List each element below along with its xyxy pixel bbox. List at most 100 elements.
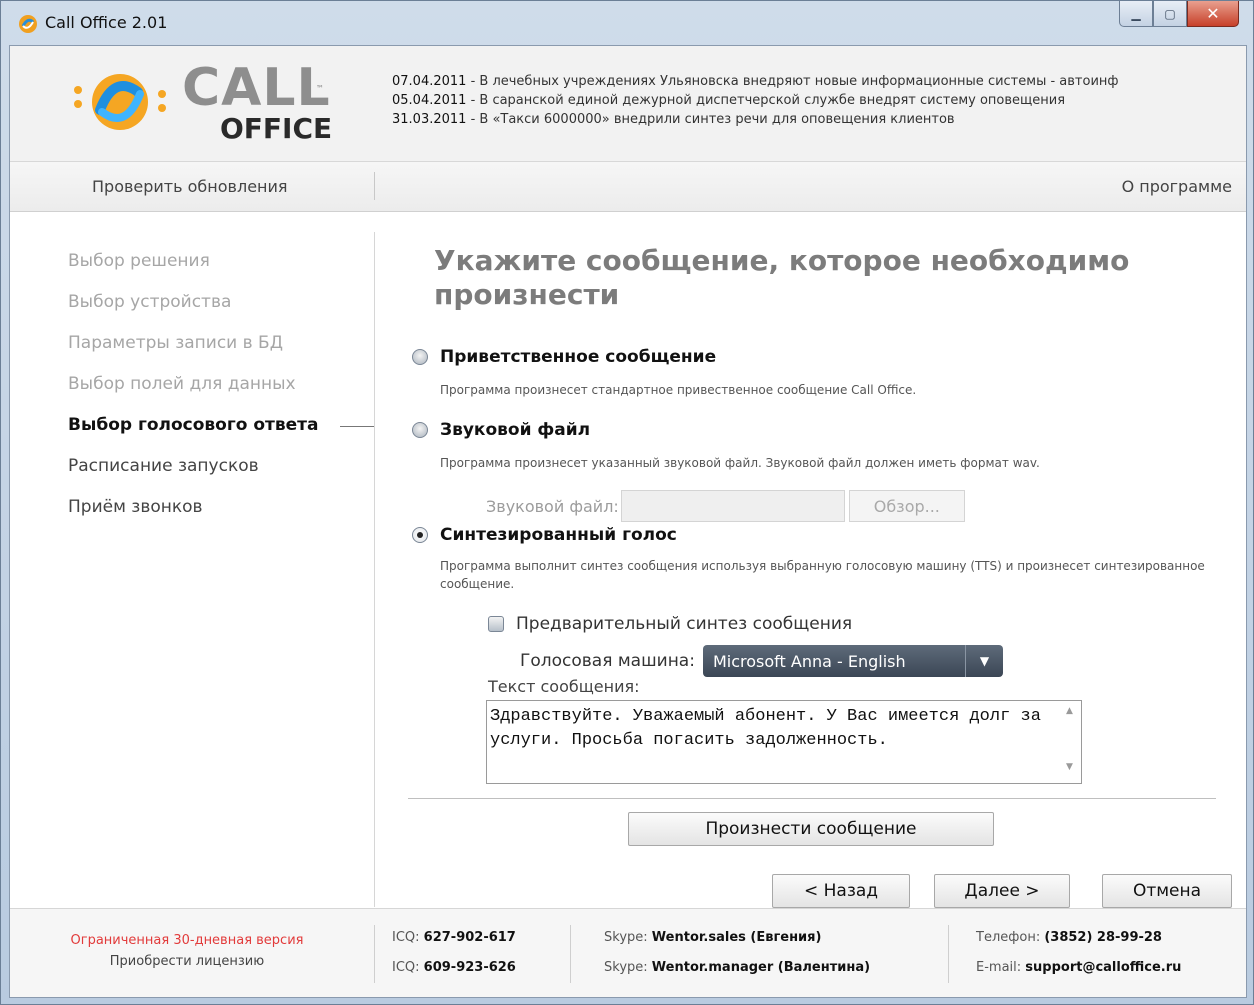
voice-engine-value: Microsoft Anna - English (712, 651, 906, 671)
news-text: - В «Такси 6000000» внедрили синтез речи… (466, 112, 955, 127)
sound-file-description: Программа произнесет указанный звуковой … (440, 456, 1040, 470)
minimize-button[interactable]: ▁ (1119, 1, 1153, 27)
footer-divider (570, 925, 571, 983)
skype-1: Skype: Wentor.sales (Евгения) (604, 923, 870, 953)
news-text: - В лечебных учреждениях Ульяновска внед… (466, 74, 1119, 89)
phone: Телефон: (3852) 28-99-28 (976, 923, 1181, 953)
news-text: - В саранской единой дежурной диспетчерс… (466, 93, 1066, 108)
cancel-button[interactable]: Отмена (1102, 874, 1232, 908)
maximize-icon: ▢ (1164, 6, 1176, 21)
toolbar: Проверить обновления О программе (10, 162, 1246, 212)
trial-notice: Ограниченная 30-дневная версия (70, 933, 304, 948)
client-area: CALL ™ OFFICE 07.04.2011 - В лечебных уч… (9, 45, 1247, 998)
step-label: Выбор голосового ответа (68, 415, 319, 435)
step-solution: Выбор решения (68, 251, 210, 271)
news-list: 07.04.2011 - В лечебных учреждениях Улья… (392, 72, 1246, 129)
icq-contacts: ICQ: 627-902-617 ICQ: 609-923-626 (392, 923, 516, 983)
sound-file-row: Звуковой файл: Обзор... (486, 490, 965, 522)
step-data-fields: Выбор полей для данных (68, 374, 296, 394)
synth-voice-description: Программа выполнит синтез сообщения испо… (440, 559, 1205, 591)
maximize-button[interactable]: ▢ (1153, 1, 1187, 27)
active-step-marker (340, 426, 374, 427)
scroll-down-icon[interactable]: ▼ (1066, 762, 1073, 772)
presynth-checkbox-row[interactable]: Предварительный синтез сообщения (488, 614, 852, 634)
wizard-steps: Выбор решения Выбор устройства Параметры… (68, 251, 374, 538)
logo-tm: ™ (316, 84, 324, 93)
icq-2: ICQ: 609-923-626 (392, 953, 516, 983)
news-date: 31.03.2011 (392, 112, 467, 127)
skype-contacts: Skype: Wentor.sales (Евгения) Skype: Wen… (604, 923, 870, 983)
logo-call-text: CALL (182, 58, 331, 118)
presynth-checkbox[interactable] (488, 616, 504, 632)
step-schedule[interactable]: Расписание запусков (68, 456, 368, 497)
footer: Ограниченная 30-дневная версия Приобрест… (10, 908, 1246, 997)
app-icon (19, 15, 37, 33)
greeting-description: Программа произнесет стандартное привест… (440, 383, 917, 397)
logo: CALL ™ OFFICE (70, 52, 333, 152)
presynth-label[interactable]: Предварительный синтез сообщения (516, 614, 852, 634)
content-divider (408, 798, 1216, 799)
logo-icon (74, 74, 166, 130)
nav-divider (374, 232, 375, 907)
step-calls[interactable]: Приём звонков (68, 497, 368, 538)
skype-2: Skype: Wentor.manager (Валентина) (604, 953, 870, 983)
scroll-up-icon[interactable]: ▲ (1066, 706, 1073, 716)
minimize-icon: ▁ (1131, 6, 1141, 21)
close-button[interactable]: ✕ (1187, 1, 1239, 27)
message-textarea[interactable]: Здравствуйте. Уважаемый абонент. У Вас и… (486, 700, 1082, 784)
skype-label: Skype: (604, 960, 652, 975)
window-title: Call Office 2.01 (45, 13, 168, 32)
page-title: Укажите сообщение, которое необходимо пр… (434, 244, 1130, 311)
close-icon: ✕ (1206, 4, 1220, 23)
voice-engine-row: Голосовая машина: Microsoft Anna - Engli… (520, 645, 1003, 677)
step-device: Выбор устройства (68, 292, 232, 312)
phone-number: (3852) 28-99-28 (1044, 930, 1162, 945)
browse-button[interactable]: Обзор... (848, 490, 965, 522)
radio-sound-file-label[interactable]: Звуковой файл (440, 420, 590, 440)
skype-name: Wentor.sales (Евгения) (651, 930, 822, 945)
speak-message-button[interactable]: Произнести сообщение (628, 812, 994, 846)
news-item[interactable]: 05.04.2011 - В саранской единой дежурной… (392, 91, 1246, 110)
voice-engine-label: Голосовая машина: (520, 651, 695, 671)
chevron-down-icon[interactable]: ▼ (964, 645, 1003, 677)
textarea-scrollbar[interactable]: ▲ ▼ (1063, 702, 1081, 782)
email[interactable]: E-mail: support@calloffice.ru (976, 953, 1181, 983)
sound-file-label: Звуковой файл: (486, 496, 619, 516)
check-updates-link[interactable]: Проверить обновления (92, 177, 288, 196)
radio-greeting[interactable]: Приветственное сообщение (412, 347, 716, 367)
step-db-params: Параметры записи в БД (68, 333, 283, 353)
skype-name: Wentor.manager (Валентина) (651, 960, 871, 975)
about-link[interactable]: О программе (1122, 177, 1232, 196)
radio-sound-file-button[interactable] (412, 422, 428, 438)
phone-label: Телефон: (976, 930, 1045, 945)
radio-greeting-button[interactable] (412, 349, 428, 365)
radio-sound-file[interactable]: Звуковой файл (412, 420, 590, 440)
logo-office-text: OFFICE (220, 112, 333, 145)
news-item[interactable]: 07.04.2011 - В лечебных учреждениях Улья… (392, 72, 1246, 91)
phone-email-contacts: Телефон: (3852) 28-99-28 E-mail: support… (976, 923, 1181, 983)
radio-synth-voice[interactable]: Синтезированный голос (412, 525, 677, 545)
icq-number: 627-902-617 (423, 930, 516, 945)
app-window: Call Office 2.01 ▁ ▢ ✕ CALL ™ OFFICE 07.… (0, 0, 1254, 1005)
radio-greeting-label[interactable]: Приветственное сообщение (440, 347, 716, 367)
title-bar[interactable]: Call Office 2.01 ▁ ▢ ✕ (1, 1, 1253, 45)
email-address[interactable]: support@calloffice.ru (1025, 960, 1181, 975)
next-button[interactable]: Далее > (934, 874, 1070, 908)
icq-1: ICQ: 627-902-617 (392, 923, 516, 953)
message-text-label: Текст сообщения: (488, 677, 640, 696)
icq-label: ICQ: (392, 960, 424, 975)
news-item[interactable]: 31.03.2011 - В «Такси 6000000» внедрили … (392, 110, 1246, 129)
footer-divider (948, 925, 949, 983)
sound-file-input[interactable] (620, 490, 845, 522)
news-date: 07.04.2011 (392, 74, 467, 89)
radio-synth-voice-button[interactable] (412, 527, 428, 543)
email-label: E-mail: (976, 960, 1026, 975)
icq-number: 609-923-626 (423, 960, 516, 975)
skype-label: Skype: (604, 930, 652, 945)
footer-divider (374, 925, 375, 983)
voice-engine-select[interactable]: Microsoft Anna - English ▼ (702, 645, 1003, 677)
icq-label: ICQ: (392, 930, 424, 945)
buy-license-link[interactable]: Приобрести лицензию (52, 954, 322, 969)
radio-synth-voice-label[interactable]: Синтезированный голос (440, 525, 677, 545)
back-button[interactable]: < Назад (772, 874, 910, 908)
